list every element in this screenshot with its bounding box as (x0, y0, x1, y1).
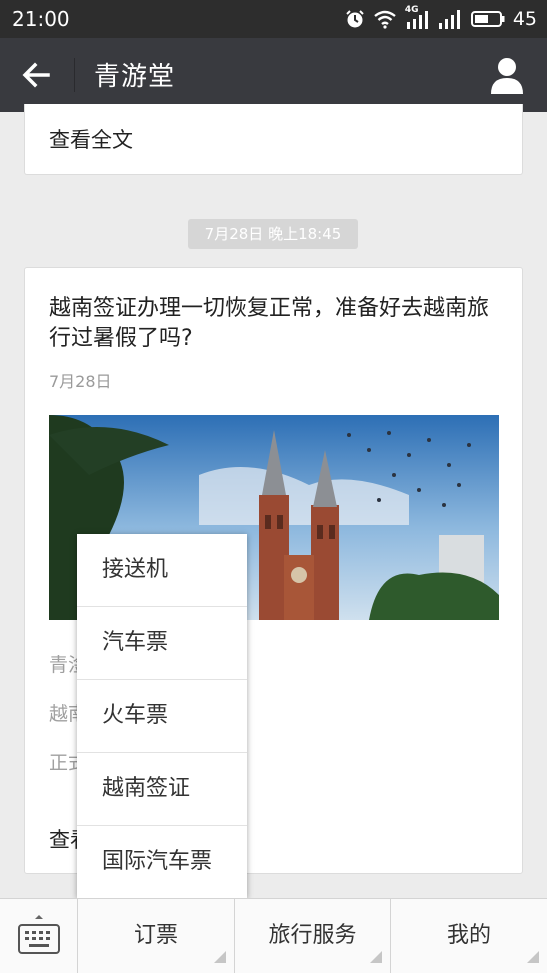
submenu-item-airport-transfer[interactable]: 接送机 (77, 534, 247, 607)
status-time: 21:00 (12, 7, 70, 31)
menu-mine[interactable]: 我的 (391, 899, 547, 973)
message-timestamp: 7月28日 晚上18:45 (188, 219, 358, 249)
title-bar: 青游堂 (0, 38, 547, 112)
signal-icon (438, 10, 460, 29)
keyboard-toggle-button[interactable] (0, 899, 78, 973)
article-date: 7月28日 (49, 372, 112, 391)
battery-icon (470, 11, 505, 27)
title-divider (74, 58, 75, 92)
keyboard-icon (18, 915, 60, 954)
bottom-menu-bar: 订票 旅行服务 我的 (0, 898, 547, 973)
previous-article-card[interactable]: 查看全文 (24, 104, 523, 175)
submenu-item-train-ticket[interactable]: 火车票 (77, 680, 247, 753)
menu-mine-label: 我的 (446, 923, 491, 948)
submenu-indicator-icon (370, 951, 382, 963)
status-icons: 4G 45 (345, 5, 537, 32)
menu-booking-label: 订票 (133, 923, 178, 948)
person-icon[interactable] (489, 56, 525, 94)
submenu-item-international-bus[interactable]: 国际汽车票 (77, 826, 247, 899)
signal-4g-icon: 4G (405, 5, 429, 30)
booking-submenu: 接送机 汽车票 火车票 越南签证 国际汽车票 (77, 534, 247, 898)
battery-level: 45 (512, 8, 537, 30)
read-full-text-link[interactable]: 查看全文 (49, 124, 133, 154)
page-title: 青游堂 (94, 62, 176, 92)
submenu-indicator-icon (527, 951, 539, 963)
menu-booking[interactable]: 订票 (78, 899, 235, 973)
back-arrow-icon[interactable] (18, 57, 54, 93)
wifi-icon (374, 10, 396, 29)
alarm-icon (346, 10, 364, 28)
article-title[interactable]: 越南签证办理一切恢复正常，准备好去越南旅行过暑假了吗? (49, 294, 504, 354)
menu-travel-service-label: 旅行服务 (268, 923, 357, 948)
submenu-indicator-icon (214, 951, 226, 963)
menu-travel-service[interactable]: 旅行服务 (235, 899, 391, 973)
status-bar: 21:00 4G 45 (0, 0, 547, 38)
submenu-item-bus-ticket[interactable]: 汽车票 (77, 607, 247, 680)
submenu-item-vietnam-visa[interactable]: 越南签证 (77, 753, 247, 826)
